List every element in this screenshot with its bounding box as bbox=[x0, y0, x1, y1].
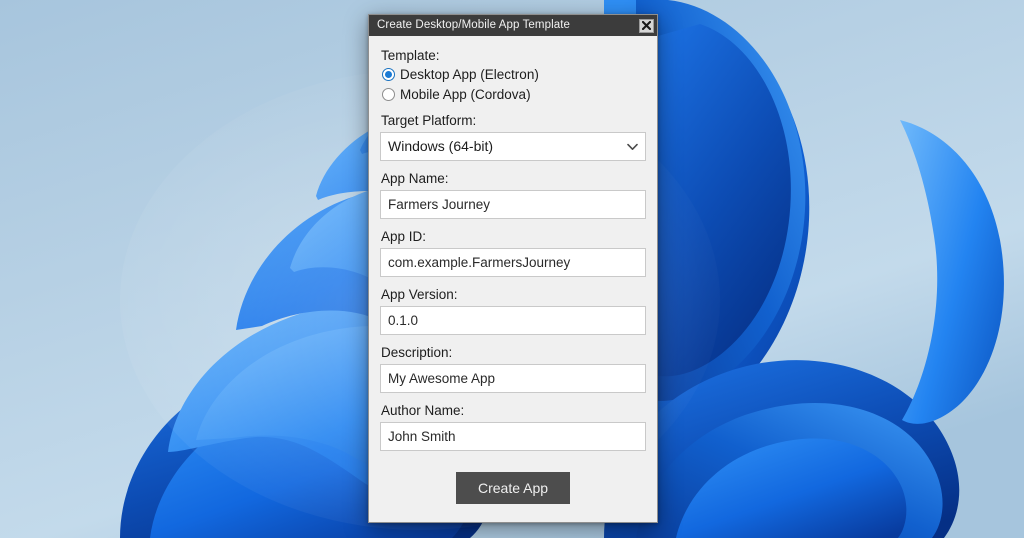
radio-desktop-app-mark[interactable] bbox=[382, 68, 395, 81]
close-button[interactable] bbox=[639, 18, 654, 33]
target-platform-group: Target Platform: Windows (64-bit) bbox=[380, 112, 646, 161]
target-platform-select[interactable]: Windows (64-bit) bbox=[380, 132, 646, 161]
author-name-label: Author Name: bbox=[381, 403, 465, 418]
close-x-icon bbox=[642, 21, 651, 30]
author-name-group: Author Name: bbox=[380, 402, 646, 451]
description-label: Description: bbox=[381, 345, 453, 360]
desktop-screen: Create Desktop/Mobile App Template Templ… bbox=[0, 0, 1024, 538]
radio-desktop-app[interactable]: Desktop App (Electron) bbox=[382, 65, 646, 84]
template-label: Template: bbox=[381, 48, 440, 63]
dialog-body: Template: Desktop App (Electron) Mobile … bbox=[369, 36, 657, 522]
template-group: Template: Desktop App (Electron) Mobile … bbox=[380, 47, 646, 104]
radio-mobile-app-mark[interactable] bbox=[382, 88, 395, 101]
app-name-label: App Name: bbox=[381, 171, 449, 186]
target-platform-label: Target Platform: bbox=[381, 113, 477, 128]
create-app-template-dialog: Create Desktop/Mobile App Template Templ… bbox=[368, 14, 658, 523]
radio-mobile-app[interactable]: Mobile App (Cordova) bbox=[382, 85, 646, 104]
dialog-title: Create Desktop/Mobile App Template bbox=[377, 19, 571, 31]
app-version-group: App Version: bbox=[380, 286, 646, 335]
app-version-label: App Version: bbox=[381, 287, 458, 302]
description-group: Description: bbox=[380, 344, 646, 393]
app-id-input[interactable] bbox=[380, 248, 646, 277]
radio-mobile-app-label: Mobile App (Cordova) bbox=[400, 87, 531, 102]
app-name-group: App Name: bbox=[380, 170, 646, 219]
dialog-button-row: Create App bbox=[380, 460, 646, 504]
dialog-titlebar[interactable]: Create Desktop/Mobile App Template bbox=[369, 15, 657, 36]
create-app-button[interactable]: Create App bbox=[455, 472, 571, 504]
app-name-input[interactable] bbox=[380, 190, 646, 219]
description-input[interactable] bbox=[380, 364, 646, 393]
radio-desktop-app-label: Desktop App (Electron) bbox=[400, 67, 539, 82]
target-platform-select-wrap: Windows (64-bit) bbox=[380, 132, 646, 161]
app-id-group: App ID: bbox=[380, 228, 646, 277]
app-id-label: App ID: bbox=[381, 229, 427, 244]
app-version-input[interactable] bbox=[380, 306, 646, 335]
author-name-input[interactable] bbox=[380, 422, 646, 451]
